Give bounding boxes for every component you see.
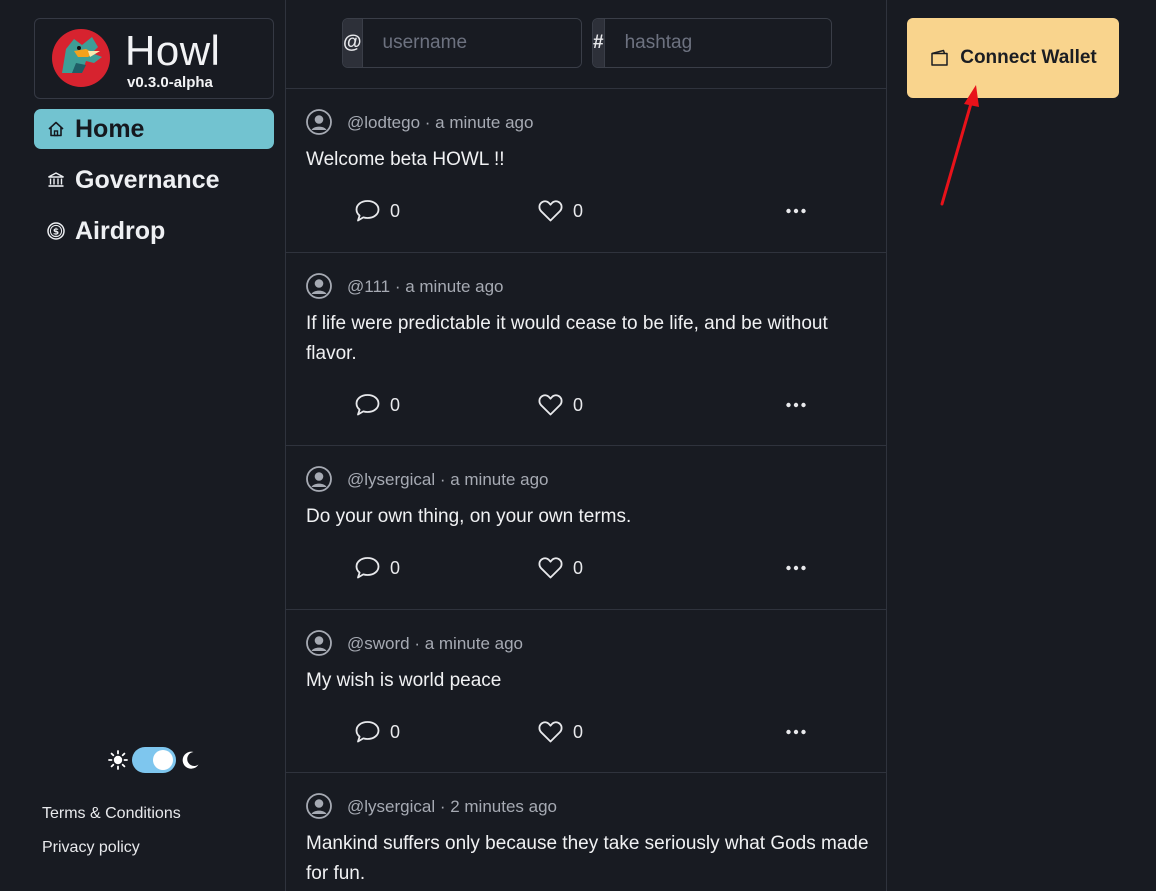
avatar-icon [306, 273, 332, 299]
post-actions: 0 0 [354, 198, 814, 224]
post[interactable]: @111 · a minute ago If life were predict… [286, 253, 886, 446]
more-options-button[interactable] [784, 556, 808, 580]
more-icon [786, 402, 806, 408]
avatar-icon [306, 630, 332, 656]
avatar-icon [306, 109, 332, 135]
home-icon [46, 119, 66, 139]
moon-icon [182, 751, 199, 769]
search-bar: @ # [286, 0, 886, 89]
post-body: Mankind suffers only because they take s… [306, 833, 869, 884]
comment-icon [355, 721, 380, 743]
sun-icon [108, 750, 128, 770]
svg-text:$: $ [53, 228, 59, 238]
post[interactable]: @lysergical · 2 minutes ago Mankind suff… [286, 773, 886, 891]
nav-label-governance: Governance [75, 165, 220, 194]
post-body: If life were predictable it would cease … [306, 313, 828, 364]
nav-item-home[interactable]: Home [34, 109, 274, 149]
post[interactable]: @lodtego · a minute ago Welcome beta HOW… [286, 89, 886, 253]
coin-icon: $ [46, 221, 66, 241]
app-version: v0.3.0-alpha [127, 74, 213, 91]
comment-button[interactable]: 0 [354, 555, 400, 581]
comment-count: 0 [390, 200, 401, 221]
post-body: My wish is world peace [306, 670, 502, 691]
comment-count: 0 [390, 394, 401, 415]
app-title: Howl [125, 27, 221, 74]
post-actions: 0 0 [354, 719, 814, 745]
nav-label-airdrop: Airdrop [75, 216, 166, 245]
post[interactable]: @lysergical · a minute ago Do your own t… [286, 446, 886, 610]
more-options-button[interactable] [784, 720, 808, 744]
comment-count: 0 [390, 721, 401, 742]
heart-icon [538, 200, 563, 222]
post-actions: 0 0 [354, 555, 814, 581]
theme-switch-knob [153, 750, 173, 770]
wallet-icon [931, 49, 948, 66]
connect-wallet-label: Connect Wallet [960, 47, 1097, 68]
more-icon [786, 729, 806, 735]
post-meta[interactable]: @111 · a minute ago [347, 277, 504, 297]
avatar-icon [306, 466, 332, 492]
nav-label-home: Home [75, 114, 145, 143]
nav-item-governance[interactable]: Governance [34, 160, 274, 200]
post-meta[interactable]: @lodtego · a minute ago [347, 113, 533, 133]
like-button[interactable]: 0 [537, 392, 583, 418]
avatar-icon [306, 793, 332, 819]
comment-icon [355, 557, 380, 579]
comment-icon [355, 394, 380, 416]
like-count: 0 [573, 200, 584, 221]
sidebar: Howl v0.3.0-alpha Home Governance $ Aird… [0, 0, 285, 891]
comment-button[interactable]: 0 [354, 392, 400, 418]
more-icon [786, 208, 806, 214]
app-logo[interactable]: Howl v0.3.0-alpha [34, 18, 274, 99]
more-icon [786, 565, 806, 571]
theme-toggle[interactable] [107, 746, 203, 774]
nav-item-airdrop[interactable]: $ Airdrop [34, 211, 274, 251]
theme-switch[interactable] [132, 747, 176, 773]
hashtag-input[interactable] [604, 19, 831, 67]
like-count: 0 [573, 394, 584, 415]
post-meta[interactable]: @sword · a minute ago [347, 634, 523, 654]
annotation-arrow-icon [940, 85, 979, 206]
privacy-link[interactable]: Privacy policy [42, 839, 140, 857]
comment-icon [355, 200, 380, 222]
comment-button[interactable]: 0 [354, 198, 400, 224]
post-body: Do your own thing, on your own terms. [306, 506, 632, 527]
heart-icon [538, 394, 563, 416]
like-button[interactable]: 0 [537, 719, 583, 745]
at-prefix: @ [343, 19, 363, 67]
heart-icon [538, 721, 563, 743]
bank-icon [46, 170, 66, 190]
like-count: 0 [573, 721, 584, 742]
like-button[interactable]: 0 [537, 198, 583, 224]
hash-prefix: # [593, 19, 605, 67]
username-input[interactable] [362, 19, 581, 67]
like-count: 0 [573, 557, 584, 578]
heart-icon [538, 557, 563, 579]
comment-button[interactable]: 0 [354, 719, 400, 745]
feed: @ # @lodtego · a minute ago Welcome beta… [285, 0, 887, 891]
terms-link[interactable]: Terms & Conditions [42, 805, 181, 823]
username-search: @ [342, 18, 582, 68]
post-meta[interactable]: @lysergical · a minute ago [347, 470, 549, 490]
hashtag-search: # [592, 18, 832, 68]
post[interactable]: @sword · a minute ago My wish is world p… [286, 610, 886, 773]
more-options-button[interactable] [784, 199, 808, 223]
like-button[interactable]: 0 [537, 555, 583, 581]
comment-count: 0 [390, 557, 401, 578]
post-actions: 0 0 [354, 392, 814, 418]
post-body: Welcome beta HOWL !! [306, 149, 505, 170]
more-options-button[interactable] [784, 393, 808, 417]
post-meta[interactable]: @lysergical · 2 minutes ago [347, 797, 557, 817]
howl-logo-icon [52, 29, 110, 87]
